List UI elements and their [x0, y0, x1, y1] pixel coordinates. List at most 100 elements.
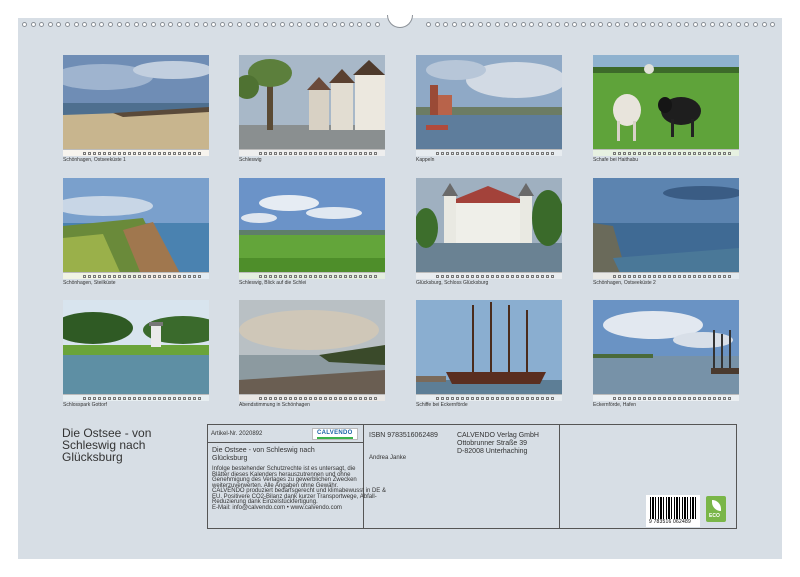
- cliff-coast-photo: [63, 178, 209, 279]
- calendar-title: Die Ostsee - von Schleswig nach Glücksbu…: [62, 426, 152, 464]
- spiral-ring: [245, 22, 251, 27]
- spiral-ring: [211, 22, 217, 27]
- spiral-ring: [615, 22, 621, 27]
- spiral-ring: [598, 22, 604, 27]
- spiral-ring: [39, 22, 45, 27]
- photo-thumbnail: [416, 55, 562, 156]
- spiral-ring: [374, 22, 380, 27]
- spiral-ring: [649, 22, 655, 27]
- spiral-ring: [159, 22, 165, 27]
- spiral-ring: [477, 22, 483, 27]
- beach-photo: [63, 55, 209, 156]
- photo-caption: Schiffe bei Eckernförde: [416, 402, 468, 408]
- spiral-ring: [624, 22, 629, 27]
- photo-thumbnail: [63, 178, 209, 279]
- ships-photo: [416, 300, 562, 401]
- spiral-ring: [219, 22, 225, 27]
- spiral-ring: [142, 22, 148, 27]
- publisher-name: CALVENDO Verlag GmbH: [457, 432, 539, 439]
- spiral-ring: [116, 22, 122, 27]
- calvendo-logo: CALVENDO: [312, 428, 358, 440]
- spiral-ring: [434, 22, 440, 27]
- spiral-ring: [151, 22, 156, 27]
- spiral-ring: [546, 22, 552, 27]
- photo-thumbnail: [416, 300, 562, 401]
- spiral-ring: [469, 22, 475, 27]
- coast-evening-photo: [593, 178, 739, 279]
- spiral-ring: [348, 22, 354, 27]
- spiral-ring: [744, 22, 750, 27]
- spiral-ring: [581, 22, 586, 27]
- spiral-ring: [185, 22, 191, 27]
- spiral-ring: [22, 22, 27, 27]
- photo-thumbnail: [239, 178, 385, 279]
- imprint-title-line2: Glücksburg: [212, 455, 248, 462]
- spiral-ring: [47, 22, 53, 27]
- castle-park-photo: [63, 300, 209, 401]
- spiral-ring: [30, 22, 36, 27]
- publisher-city: D-82008 Unterhaching: [457, 448, 528, 455]
- photo-thumbnail: [593, 55, 739, 156]
- article-number: Artikel-Nr. 2020892: [211, 431, 263, 437]
- spiral-ring: [735, 22, 741, 27]
- spiral-ring: [761, 22, 767, 27]
- spiral-ring: [563, 22, 569, 27]
- photo-caption: Schleswig: [239, 157, 262, 163]
- spiral-ring: [675, 22, 681, 27]
- spiral-ring: [555, 22, 561, 27]
- spiral-ring: [331, 22, 337, 27]
- spiral-ring: [297, 22, 303, 27]
- spiral-ring: [357, 22, 363, 27]
- street-photo: [239, 55, 385, 156]
- spiral-ring: [701, 22, 707, 27]
- spiral-ring: [658, 22, 664, 27]
- spiral-ring: [589, 22, 595, 27]
- spiral-ring: [202, 22, 208, 27]
- photo-caption: Glücksburg, Schloss Glücksburg: [416, 280, 489, 286]
- spiral-ring: [495, 22, 500, 27]
- spiral-ring: [641, 22, 647, 27]
- spiral-ring: [340, 22, 346, 27]
- spiral-ring: [125, 22, 131, 27]
- spiral-ring: [512, 22, 518, 27]
- spiral-ring: [520, 22, 526, 27]
- spiral-ring: [718, 22, 724, 27]
- photo-caption: Schlosspark Gottorf: [63, 402, 107, 408]
- spiral-ring: [65, 22, 70, 27]
- spiral-ring: [529, 22, 535, 27]
- isbn: ISBN 9783516062489: [369, 432, 438, 439]
- spiral-ring: [262, 22, 268, 27]
- spiral-ring: [288, 22, 294, 27]
- author: Andrea Janke: [369, 455, 407, 461]
- spiral-ring: [82, 22, 88, 27]
- spiral-ring: [56, 22, 62, 27]
- photo-caption: Schönhagen, Steilküste: [63, 280, 116, 286]
- photo-thumbnail: [63, 55, 209, 156]
- spiral-ring: [73, 22, 79, 27]
- spiral-ring: [606, 22, 612, 27]
- spiral-ring: [486, 22, 492, 27]
- spiral-ring: [443, 22, 449, 27]
- sheep-photo: [593, 55, 739, 156]
- photo-caption: Schafe bei Haithabu: [593, 157, 639, 163]
- photo-thumbnail: [63, 300, 209, 401]
- spiral-ring: [667, 22, 672, 27]
- spiral-ring: [176, 22, 182, 27]
- photo-caption: Abendstimmung in Schönhagen: [239, 402, 310, 408]
- schlei-view-photo: [239, 178, 385, 279]
- spiral-ring: [753, 22, 758, 27]
- photo-thumbnail: [593, 300, 739, 401]
- photo-caption: Eckernförde, Hafen: [593, 402, 637, 408]
- spiral-ring: [538, 22, 543, 27]
- spiral-ring: [323, 22, 328, 27]
- spiral-ring: [194, 22, 199, 27]
- spiral-ring: [426, 22, 432, 27]
- spiral-ring: [684, 22, 690, 27]
- photo-caption: Schleswig, Blick auf die Schlei: [239, 280, 307, 286]
- harbour-eckernfoerde-photo: [593, 300, 739, 401]
- spiral-ring: [254, 22, 260, 27]
- spiral-ring: [280, 22, 285, 27]
- spiral-ring: [452, 22, 457, 27]
- spiral-ring: [228, 22, 234, 27]
- spiral-ring: [727, 22, 733, 27]
